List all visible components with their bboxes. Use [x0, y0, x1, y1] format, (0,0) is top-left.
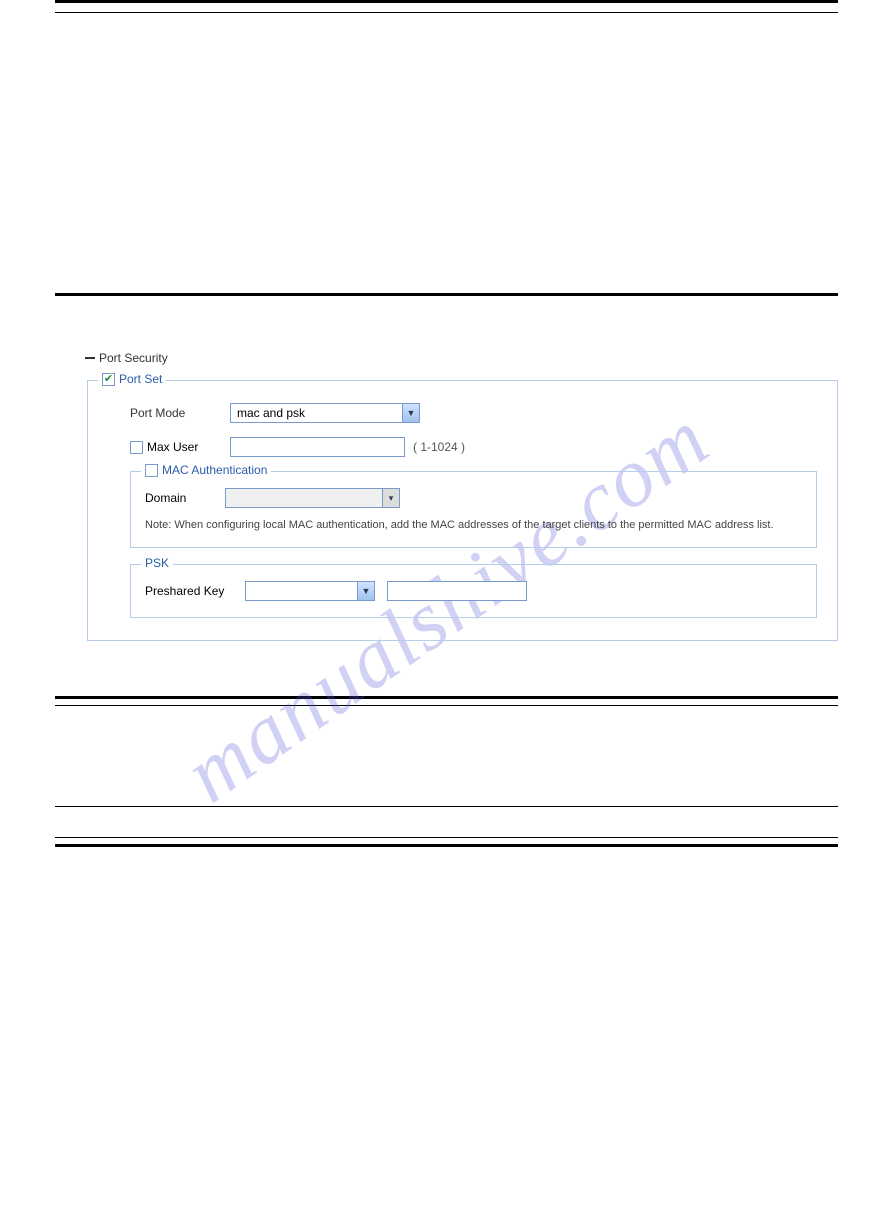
psk-fieldset: PSK Preshared Key ▼ — [130, 564, 817, 618]
preshared-type-select[interactable]: ▼ — [245, 581, 375, 601]
max-user-row: Max User ( 1-1024 ) — [130, 437, 817, 457]
mac-auth-fieldset: MAC Authentication Domain ▾ Note: When c… — [130, 471, 817, 548]
chevron-down-icon: ▼ — [357, 582, 374, 600]
domain-row: Domain ▾ — [145, 488, 802, 508]
port-mode-value: mac and psk — [237, 406, 305, 420]
port-set-checkbox[interactable] — [102, 373, 115, 386]
divider-top-thick — [55, 0, 838, 3]
domain-label: Domain — [145, 491, 225, 505]
chevron-down-icon: ▾ — [382, 489, 399, 507]
max-user-hint: ( 1-1024 ) — [413, 440, 465, 454]
port-set-fieldset: Port Set Port Mode mac and psk ▼ Max Use… — [87, 380, 838, 641]
port-security-title: Port Security — [99, 351, 168, 365]
collapse-icon — [85, 357, 95, 359]
divider-mid-thick — [55, 293, 838, 296]
divider-bottom-thin — [55, 837, 838, 838]
port-set-legend: Port Set — [98, 372, 166, 386]
psk-legend: PSK — [141, 556, 173, 570]
mac-auth-checkbox[interactable] — [145, 464, 158, 477]
max-user-input[interactable] — [230, 437, 405, 457]
max-user-checkbox[interactable] — [130, 441, 143, 454]
divider-bottom-thick — [55, 844, 838, 847]
port-security-panel: Port Security Port Set Port Mode mac and… — [85, 351, 838, 641]
chevron-down-icon: ▼ — [402, 404, 419, 422]
divider-lower-thick-1 — [55, 696, 838, 699]
port-security-header[interactable]: Port Security — [85, 351, 838, 365]
mac-auth-note: Note: When configuring local MAC authent… — [145, 518, 802, 533]
port-set-legend-label: Port Set — [119, 372, 162, 386]
port-mode-label: Port Mode — [130, 406, 230, 420]
domain-select[interactable]: ▾ — [225, 488, 400, 508]
port-mode-row: Port Mode mac and psk ▼ — [130, 403, 817, 423]
port-mode-select[interactable]: mac and psk ▼ — [230, 403, 420, 423]
preshared-row: Preshared Key ▼ — [145, 581, 802, 601]
mac-auth-legend: MAC Authentication — [141, 463, 271, 477]
preshared-key-input[interactable] — [387, 581, 527, 601]
mac-auth-legend-label: MAC Authentication — [162, 463, 267, 477]
preshared-key-label: Preshared Key — [145, 584, 245, 598]
psk-legend-label: PSK — [145, 556, 169, 570]
max-user-label: Max User — [147, 440, 198, 454]
